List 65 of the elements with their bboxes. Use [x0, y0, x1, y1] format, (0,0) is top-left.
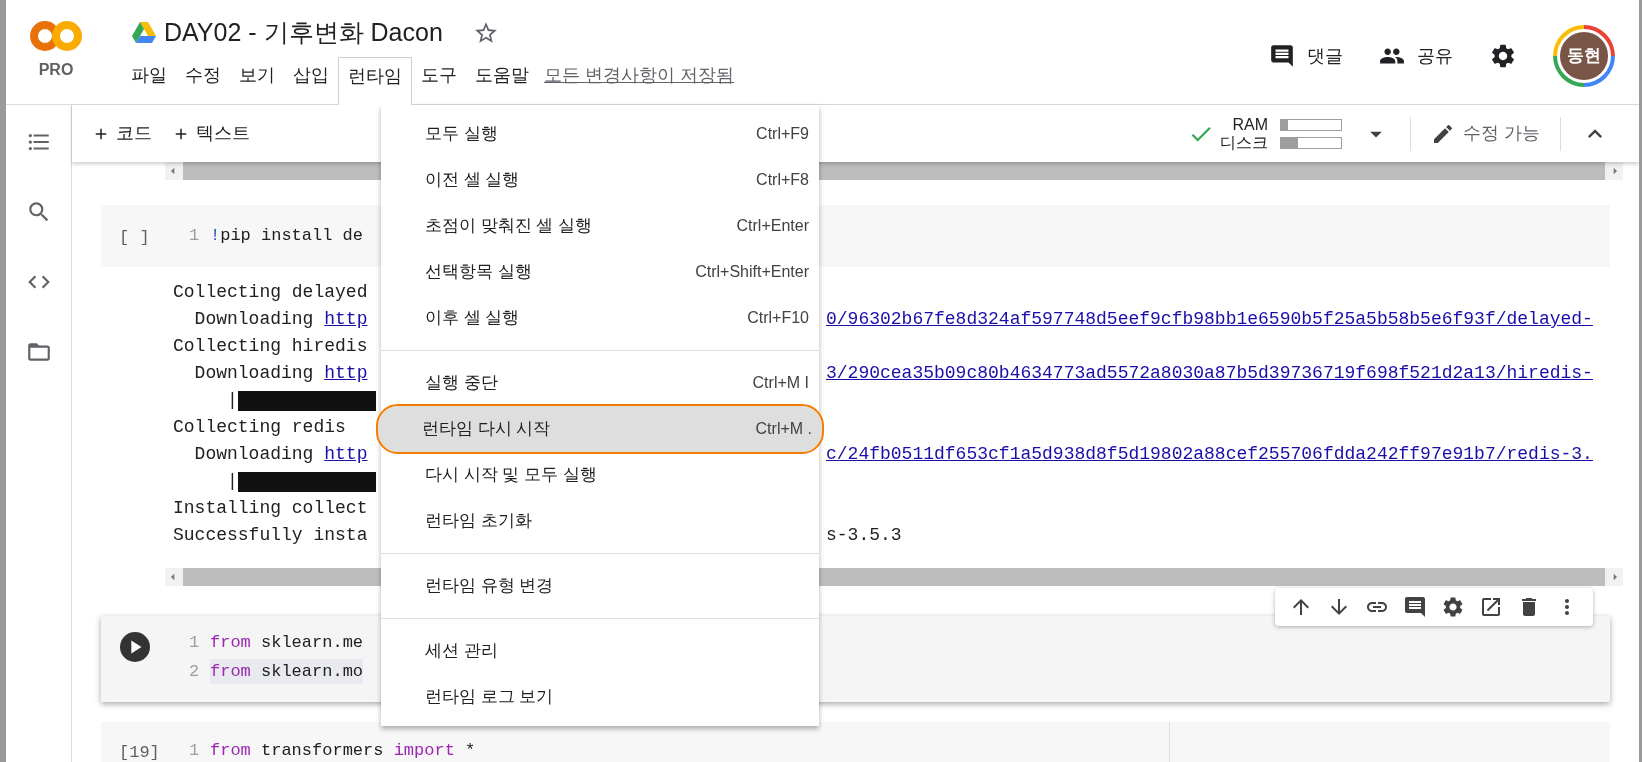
- menu-item[interactable]: 보기: [230, 57, 284, 104]
- output-text: Downloading: [193, 362, 315, 385]
- menu-item[interactable]: 런타임: [338, 57, 412, 105]
- cell-prompt: [19]: [119, 742, 160, 762]
- output-text: Downloading: [193, 443, 315, 466]
- run-button[interactable]: [120, 632, 150, 662]
- output-link[interactable]: http: [324, 441, 368, 468]
- output-link[interactable]: http: [324, 360, 368, 387]
- resource-label: RAM: [1232, 115, 1268, 134]
- add-cell-button[interactable]: 코드: [92, 120, 152, 147]
- drive-icon: [132, 22, 156, 43]
- resource-meter: [1280, 136, 1342, 149]
- runtime-menu-item[interactable]: 이후 셀 실행 Ctrl+F10: [381, 295, 819, 341]
- output-text: s-3.5.3: [826, 524, 902, 547]
- runtime-menu-item[interactable]: 런타임 초기화: [381, 498, 819, 544]
- runtime-menu-item[interactable]: 세션 관리: [381, 628, 819, 674]
- plan-label: PRO: [38, 60, 74, 80]
- output-link[interactable]: 3/290cea35b09c80b4634773ad5572a8030a87b5d39736719f698f521d2a13/hiredis-: [826, 360, 1593, 387]
- menu-item[interactable]: 삽입: [284, 57, 338, 104]
- output-text: |: [226, 470, 238, 493]
- code-cell[interactable]: [19] 1 from transformers import *: [101, 722, 1610, 762]
- avatar[interactable]: 동현: [1553, 25, 1615, 87]
- notebook-title[interactable]: DAY02 - 기후변화 Dacon: [164, 13, 443, 52]
- cell-prompt: [ ]: [119, 227, 150, 250]
- output-text: Collecting delayed: [173, 281, 368, 304]
- line-number: 1: [189, 225, 201, 248]
- add-cell-button[interactable]: 텍스트: [172, 120, 250, 147]
- runtime-menu-item[interactable]: 이전 셀 실행 Ctrl+F8: [381, 157, 819, 203]
- runtime-menu-item[interactable]: 다시 시작 및 모두 실행: [381, 452, 819, 498]
- output-link[interactable]: 0/96302b67fe8d324af597748d5eef9cfb98bb1e6590b5f25a5b58b5e6f93f/delayed-: [826, 306, 1593, 333]
- output-text: Downloading: [193, 308, 315, 331]
- output-text: |: [226, 389, 238, 412]
- output-text: Successfully insta: [173, 524, 368, 547]
- settings-icon[interactable]: [1489, 42, 1517, 70]
- output-text: Installing collect: [173, 497, 368, 520]
- comment-icon[interactable]: [1403, 595, 1427, 619]
- share-button[interactable]: 공유: [1379, 42, 1453, 70]
- save-status-link[interactable]: 모든 변경사항이 저장됨: [544, 57, 734, 104]
- code-line: !pip install de: [210, 225, 364, 248]
- comment-button[interactable]: 댓글: [1269, 42, 1343, 70]
- code-line: from transformers import *: [210, 739, 476, 762]
- code-line: from sklearn.me: [210, 631, 364, 654]
- menu-item[interactable]: 도구: [412, 57, 466, 104]
- line-number: 2: [189, 660, 201, 683]
- runtime-menu-item[interactable]: 실행 중단 Ctrl+M I: [381, 360, 819, 406]
- menu-item[interactable]: 수정: [176, 57, 230, 104]
- line-number: 1: [189, 631, 201, 654]
- output-link[interactable]: http: [324, 306, 368, 333]
- edit-mode-button[interactable]: 수정 가능: [1431, 120, 1540, 147]
- line-number: 1: [189, 739, 201, 762]
- settings-icon[interactable]: [1441, 595, 1465, 619]
- output-text: Collecting redis: [173, 416, 346, 439]
- square-arrow-icon[interactable]: [1479, 595, 1503, 619]
- runtime-menu-item[interactable]: 모두 실행 Ctrl+F9: [381, 111, 819, 157]
- menu-item[interactable]: 도움말: [466, 57, 538, 104]
- runtime-menu-item[interactable]: 런타임 유형 변경: [381, 563, 819, 609]
- comment-icon: [1269, 43, 1295, 69]
- runtime-menu-item[interactable]: 런타임 다시 시작 Ctrl+M .: [378, 406, 822, 452]
- logo-icon: [30, 20, 82, 52]
- resource-label: 디스크: [1220, 133, 1268, 152]
- resource-meter: [1280, 118, 1342, 131]
- output-text: Collecting hiredis: [173, 335, 368, 358]
- output-link[interactable]: c/24fb0511df653cf1a5d938d8f5d19802a88cef255706fdda242ff97e91b7/redis-3.: [826, 441, 1593, 468]
- runtime-menu-item[interactable]: 초점이 맞춰진 셀 실행 Ctrl+Enter: [381, 203, 819, 249]
- menu-item[interactable]: 파일: [122, 57, 176, 104]
